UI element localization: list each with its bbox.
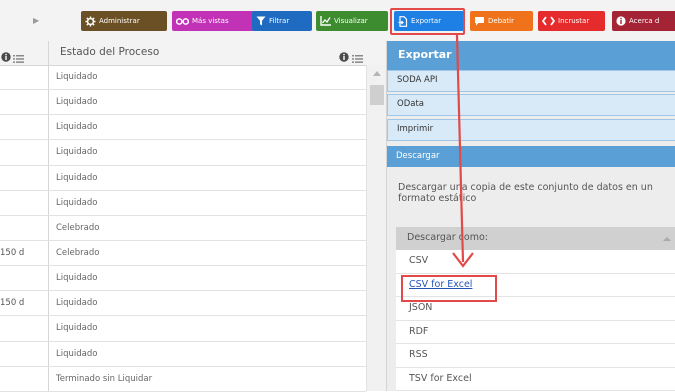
cell-estado: Liquidado xyxy=(56,72,98,82)
cell-estado: Terminado sin Liquidar xyxy=(56,373,153,384)
format-label: RDF xyxy=(409,325,429,337)
cell-previous-column xyxy=(0,166,48,190)
option-soda-api[interactable]: SODA API xyxy=(387,70,675,92)
administrar-button[interactable]: Administrar xyxy=(81,11,167,31)
grid-body: Liquidado Liquidado Liquidado Liquidado Liqu… xyxy=(0,65,366,392)
scroll-thumb[interactable] xyxy=(370,85,384,105)
exportar-highlight xyxy=(390,8,465,35)
format-item[interactable]: RDF xyxy=(396,320,675,344)
table-row[interactable]: Liquidado xyxy=(0,166,366,191)
column-title-estado[interactable]: Estado del Proceso xyxy=(60,46,159,58)
visualizar-label: Visualizar xyxy=(334,17,368,25)
cell-previous-column xyxy=(0,140,48,164)
option-odata[interactable]: OData xyxy=(387,94,675,116)
cell-estado: Liquidado xyxy=(56,273,98,284)
cell-previous-column: 150 d xyxy=(0,247,25,258)
speech-bubble-icon xyxy=(474,16,485,26)
cell-estado: Liquidado xyxy=(56,323,98,334)
acerca-de-button[interactable]: Acerca d xyxy=(612,11,675,31)
table-row[interactable]: Celebrado xyxy=(0,216,366,241)
cell-estado: Liquidado xyxy=(56,298,98,309)
cell-estado: Liquidado xyxy=(56,147,98,158)
filtrar-label: Filtrar xyxy=(269,17,290,25)
cell-estado: Liquidado xyxy=(56,348,98,359)
grid-scrollbar[interactable] xyxy=(366,65,387,391)
cell-estado: Liquidado xyxy=(56,172,98,183)
table-row[interactable]: Liquidado xyxy=(0,316,366,342)
download-description: Descargar una copia de este conjunto de … xyxy=(398,182,653,204)
format-item[interactable]: RSS xyxy=(396,344,675,368)
table-row[interactable]: Liquidado xyxy=(0,342,366,367)
expand-arrow-icon[interactable]: ▶ xyxy=(33,16,39,25)
format-header-text: Descargar como: xyxy=(407,232,488,243)
csv-for-excel-highlight xyxy=(401,275,497,302)
cell-previous-column xyxy=(0,216,48,240)
table-row[interactable]: Liquidado xyxy=(0,90,366,116)
cell-previous-column: 150 d xyxy=(0,298,25,309)
cell-previous-column xyxy=(0,90,48,114)
table-row[interactable]: Liquidado xyxy=(0,140,366,166)
download-header-text: Descargar xyxy=(396,151,440,161)
option-label: SODA API xyxy=(397,75,438,85)
format-list: CSV CSV for Excel JSON RDF RSS TSV for Excel xyxy=(396,250,675,391)
filtrar-button[interactable]: Filtrar xyxy=(252,11,312,31)
export-panel-title: Exportar xyxy=(387,41,675,70)
code-brackets-icon xyxy=(542,16,555,26)
debatir-button[interactable]: Debatir xyxy=(470,11,533,31)
cell-previous-column xyxy=(0,65,48,89)
grid-header: Estado del Proceso xyxy=(0,41,386,66)
format-label: RSS xyxy=(409,349,428,360)
option-imprimir[interactable]: Imprimir xyxy=(387,119,675,141)
info-icon xyxy=(616,16,626,26)
cell-previous-column xyxy=(0,266,48,290)
cell-estado: Liquidado xyxy=(56,197,98,208)
format-label: JSON xyxy=(409,302,433,313)
table-row[interactable]: 150 d Celebrado xyxy=(0,241,366,267)
cell-previous-column xyxy=(0,342,48,366)
format-item[interactable]: TSV for Excel xyxy=(396,367,675,391)
scroll-up-arrow-icon[interactable] xyxy=(663,237,671,241)
export-panel-title-text: Exportar xyxy=(398,48,452,61)
table-row[interactable]: Liquidado xyxy=(0,115,366,141)
chart-icon xyxy=(320,16,331,26)
filter-icon xyxy=(256,16,266,26)
estado-info-icon[interactable] xyxy=(339,47,349,66)
debatir-label: Debatir xyxy=(488,17,514,25)
cell-previous-column xyxy=(0,191,48,215)
cell-previous-column xyxy=(0,367,48,391)
format-item[interactable]: CSV xyxy=(396,250,675,274)
option-label: OData xyxy=(397,99,424,109)
table-row[interactable]: Liquidado xyxy=(0,65,366,91)
cell-estado: Celebrado xyxy=(56,247,100,258)
incrustar-button[interactable]: Incrustar xyxy=(538,11,605,31)
table-row[interactable]: Liquidado xyxy=(0,191,366,216)
column-info-icon[interactable] xyxy=(1,47,11,66)
cell-estado: Celebrado xyxy=(56,222,100,233)
format-label: CSV xyxy=(409,255,429,266)
mas-vistas-label: Más vistas xyxy=(192,17,229,25)
table-row[interactable]: 150 d Liquidado xyxy=(0,291,366,317)
format-list-header: Descargar como: xyxy=(396,227,675,250)
table-row[interactable]: Liquidado xyxy=(0,266,366,292)
cell-previous-column xyxy=(0,115,48,139)
acerca-de-label: Acerca d xyxy=(629,17,660,25)
gear-icon xyxy=(85,15,96,27)
option-label: Imprimir xyxy=(397,124,434,134)
download-section-header[interactable]: Descargar xyxy=(387,146,675,167)
cell-estado: Liquidado xyxy=(56,122,98,133)
toolbar: ▶ Administrar Más vistas Filtrar Visuali… xyxy=(0,0,675,42)
scroll-up-arrow-icon[interactable] xyxy=(373,71,381,76)
cell-previous-column xyxy=(0,316,48,340)
mas-vistas-button[interactable]: Más vistas xyxy=(172,11,254,31)
incrustar-label: Incrustar xyxy=(558,17,590,25)
export-panel: Exportar SODA API OData Imprimir Descarg… xyxy=(386,41,675,391)
table-row[interactable]: Terminado sin Liquidar xyxy=(0,367,366,392)
glasses-icon xyxy=(176,17,189,26)
cell-estado: Liquidado xyxy=(56,97,98,108)
visualizar-button[interactable]: Visualizar xyxy=(316,11,388,31)
format-label: TSV for Excel xyxy=(409,372,472,384)
administrar-label: Administrar xyxy=(99,17,140,25)
